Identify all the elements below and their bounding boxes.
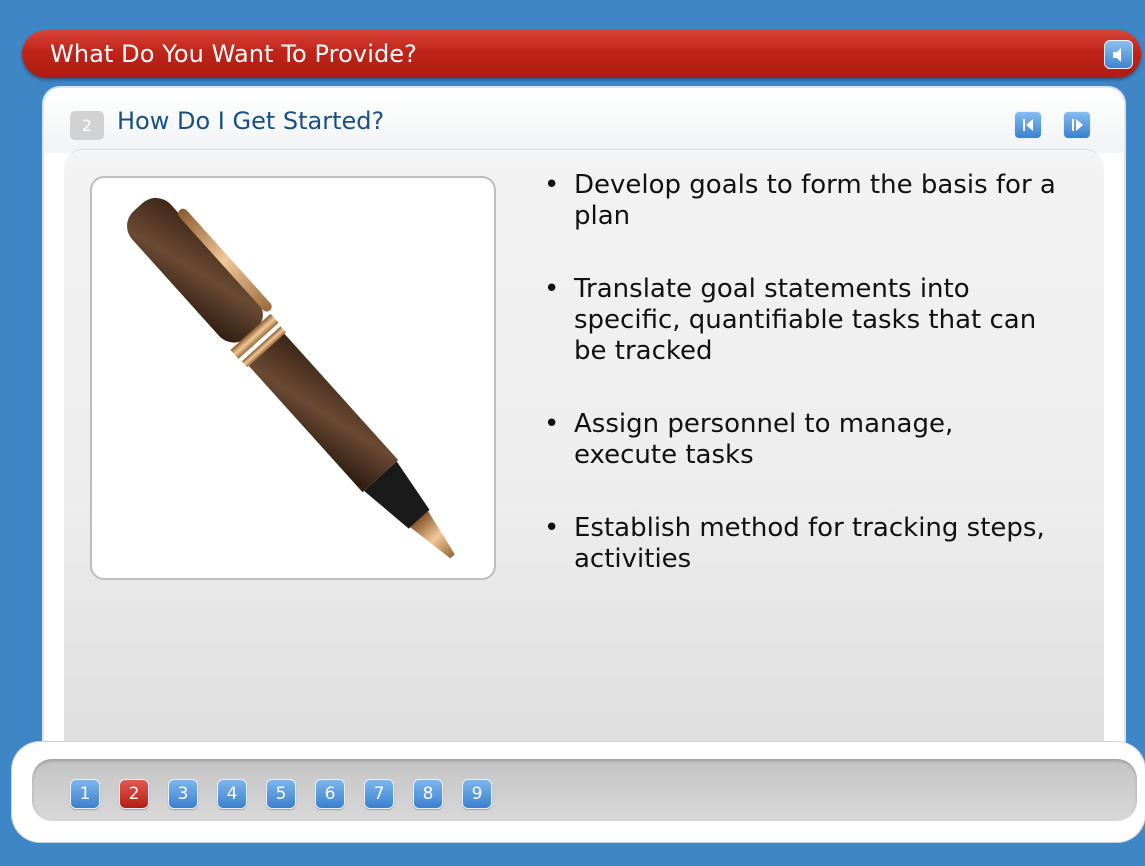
page-navigation-track: 1 2 3 4 5 6 7 8 9	[32, 759, 1137, 821]
audio-button[interactable]	[1104, 40, 1133, 69]
page-button-7[interactable]: 7	[364, 779, 394, 809]
previous-icon	[1023, 119, 1033, 131]
page-button-4[interactable]: 4	[217, 779, 247, 809]
slide-number-badge: 2	[70, 111, 104, 140]
module-title-bar: What Do You Want To Provide?	[22, 30, 1141, 78]
speaker-icon	[1113, 48, 1121, 62]
bullet-item: Develop goals to form the basis for a pl…	[542, 170, 1062, 232]
fountain-pen-image	[127, 197, 455, 559]
page-button-8[interactable]: 8	[413, 779, 443, 809]
page-button-9[interactable]: 9	[462, 779, 492, 809]
slide-header: 2 How Do I Get Started?	[44, 88, 1124, 153]
page-button-1[interactable]: 1	[70, 779, 100, 809]
slide-title: How Do I Get Started?	[117, 107, 385, 135]
next-slide-button[interactable]	[1063, 111, 1091, 139]
page-button-3[interactable]: 3	[168, 779, 198, 809]
bullet-list: Develop goals to form the basis for a pl…	[542, 170, 1062, 617]
page-buttons: 1 2 3 4 5 6 7 8 9	[70, 779, 492, 809]
page-navigation-bar: 1 2 3 4 5 6 7 8 9	[12, 742, 1145, 842]
previous-slide-button[interactable]	[1014, 111, 1042, 139]
slide-image-frame	[90, 176, 496, 580]
bullet-item: Assign personnel to manage, execute task…	[542, 409, 1062, 471]
content-panel: 2 How Do I Get Started? • Develop goals …	[44, 88, 1124, 778]
page-button-5[interactable]: 5	[266, 779, 296, 809]
page-button-2-current[interactable]: 2	[119, 779, 149, 809]
next-icon	[1072, 119, 1083, 131]
bullet-item: Establish method for tracking steps, act…	[542, 513, 1062, 575]
module-title: What Do You Want To Provide?	[50, 40, 418, 68]
slide-body: Develop goals to form the basis for a pl…	[64, 150, 1104, 778]
bullet-item: Translate goal statements into specific,…	[542, 274, 1062, 367]
page-button-6[interactable]: 6	[315, 779, 345, 809]
